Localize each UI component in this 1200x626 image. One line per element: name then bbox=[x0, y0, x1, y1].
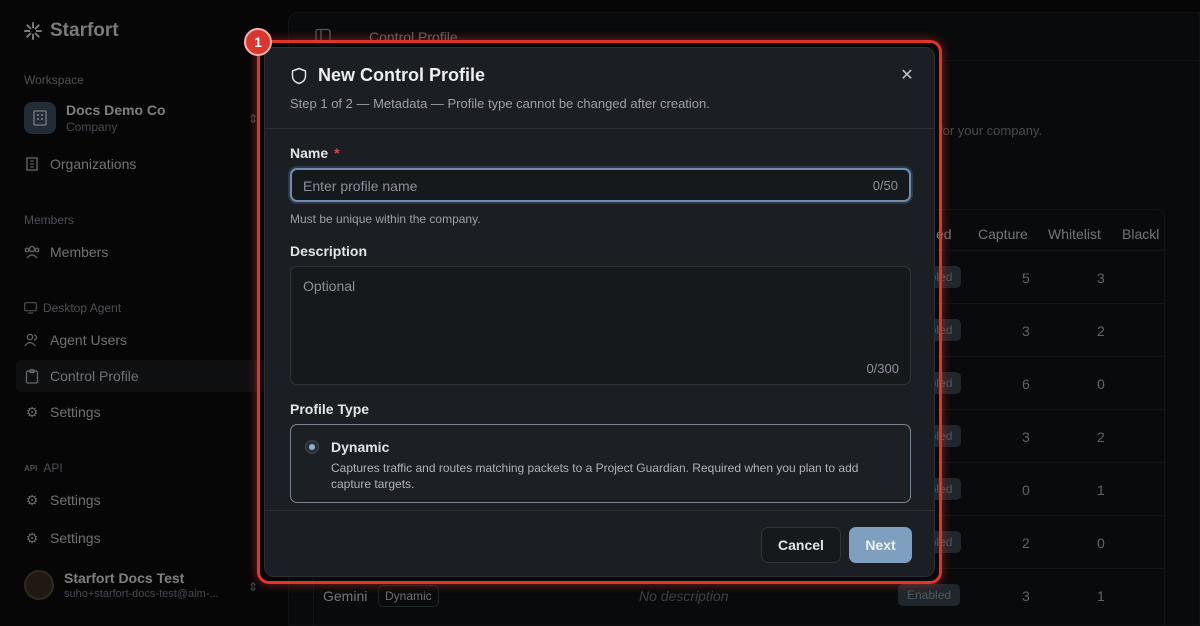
annotation-highlight-frame bbox=[257, 40, 942, 584]
annotation-badge: 1 bbox=[244, 28, 272, 56]
